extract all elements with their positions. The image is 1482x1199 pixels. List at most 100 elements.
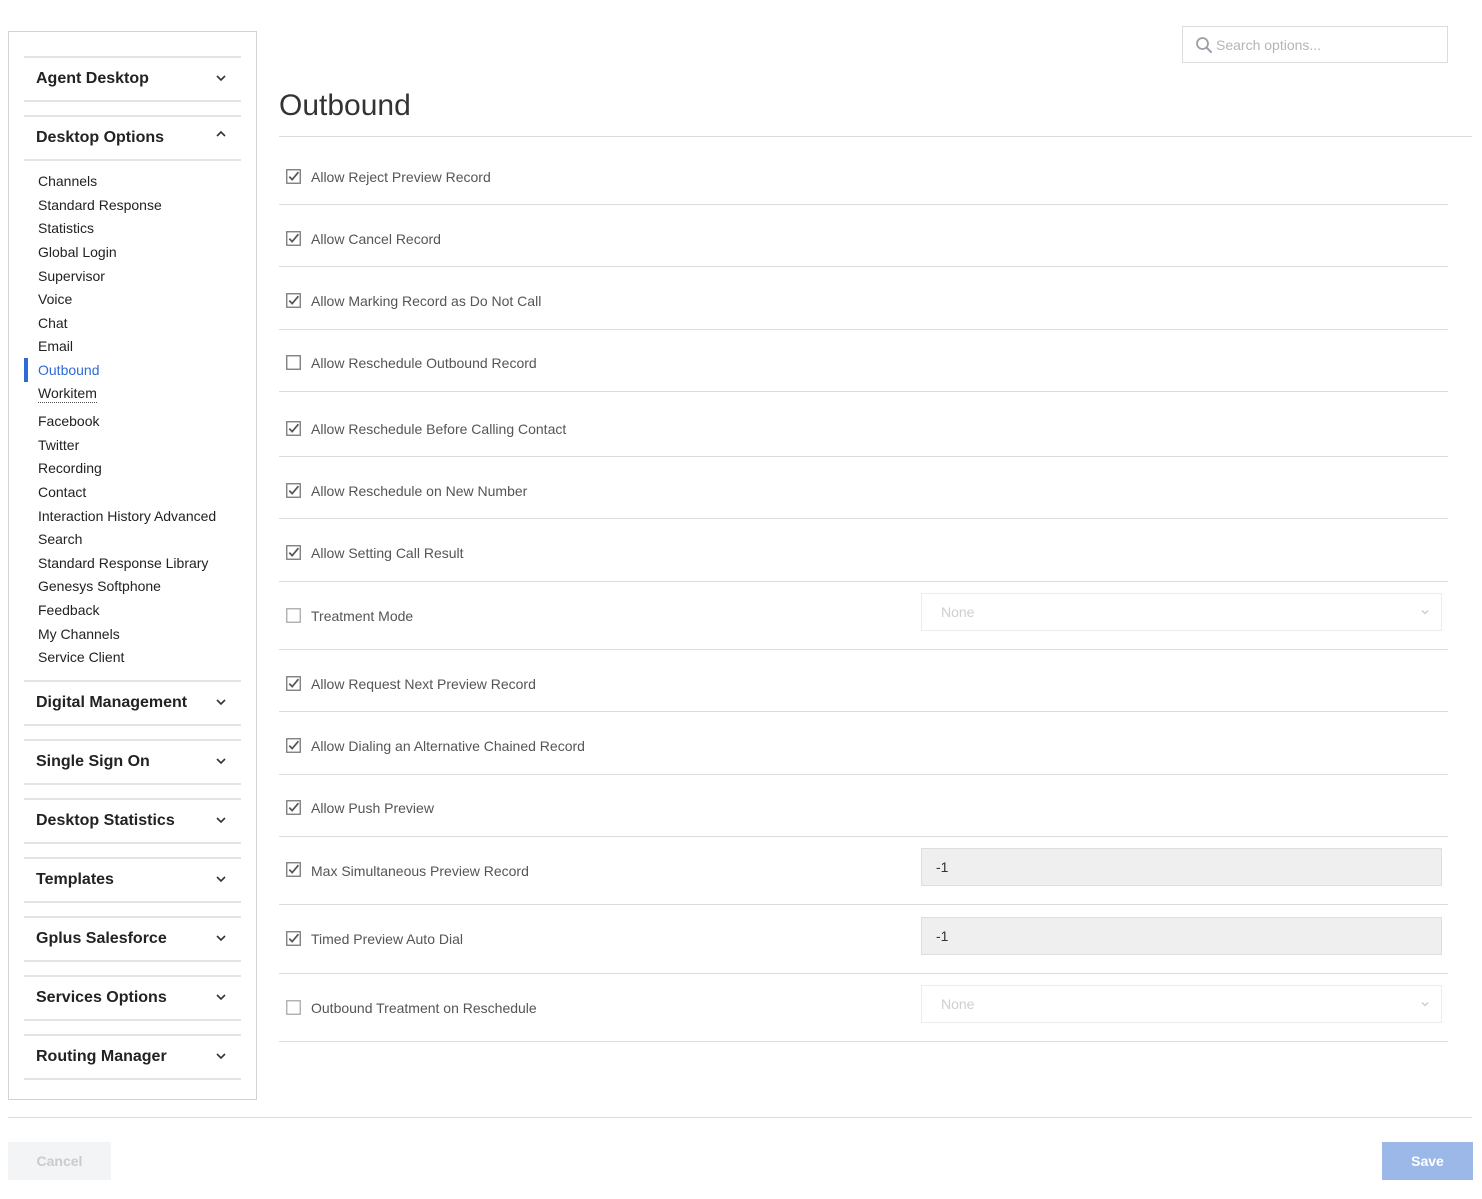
- option-row: Allow Reschedule on New Number: [279, 457, 1448, 519]
- option-label: Allow Request Next Preview Record: [311, 676, 536, 692]
- option-row: Allow Request Next Preview Record: [279, 650, 1448, 712]
- chevron-down-icon: [216, 699, 226, 706]
- sidebar-item-standard-response[interactable]: Standard Response: [38, 195, 162, 215]
- section-routing-manager[interactable]: Routing Manager: [24, 1034, 241, 1080]
- sidebar-item-service-client[interactable]: Service Client: [38, 647, 124, 667]
- section-digital-management[interactable]: Digital Management: [24, 680, 241, 726]
- outbound-treatment-select[interactable]: None: [921, 985, 1442, 1023]
- max-simultaneous-preview-input[interactable]: -1: [921, 848, 1442, 886]
- option-label: Allow Marking Record as Do Not Call: [311, 293, 542, 309]
- checkbox-unchecked-icon[interactable]: [286, 355, 301, 370]
- sidebar-item-twitter[interactable]: Twitter: [38, 435, 79, 455]
- option-row: Allow Dialing an Alternative Chained Rec…: [279, 712, 1448, 775]
- checkbox-checked-icon[interactable]: [286, 169, 301, 184]
- chevron-down-icon: [1421, 610, 1429, 615]
- chevron-down-icon: [1421, 1002, 1429, 1007]
- option-label: Allow Reject Preview Record: [311, 169, 491, 185]
- sidebar-item-outbound[interactable]: Outbound: [38, 360, 100, 380]
- checkbox-checked-icon[interactable]: [286, 421, 301, 436]
- option-label: Outbound Treatment on Reschedule: [311, 1000, 537, 1016]
- checkbox-unchecked-icon[interactable]: [286, 1000, 301, 1015]
- sidebar-item-feedback[interactable]: Feedback: [38, 600, 99, 620]
- chevron-down-icon: [216, 817, 226, 824]
- sidebar-item-global-login[interactable]: Global Login: [38, 242, 117, 262]
- sidebar-item-voice[interactable]: Voice: [38, 289, 72, 309]
- checkbox-checked-icon[interactable]: [286, 545, 301, 560]
- sidebar-item-channels[interactable]: Channels: [38, 171, 97, 191]
- save-button[interactable]: Save: [1382, 1142, 1473, 1180]
- chevron-down-icon: [216, 935, 226, 942]
- section-label: Templates: [36, 871, 114, 888]
- select-value: None: [941, 604, 975, 620]
- checkbox-unchecked-icon[interactable]: [286, 608, 301, 623]
- checkbox-checked-icon[interactable]: [286, 800, 301, 815]
- option-row: Max Simultaneous Preview Record -1: [279, 837, 1448, 905]
- select-value: None: [941, 996, 975, 1012]
- option-label: Allow Setting Call Result: [311, 545, 464, 561]
- option-label: Allow Push Preview: [311, 800, 434, 816]
- option-row: Allow Push Preview: [279, 775, 1448, 837]
- section-label: Desktop Options: [36, 129, 165, 146]
- active-indicator: [24, 358, 28, 382]
- sidebar-item-supervisor[interactable]: Supervisor: [38, 266, 105, 286]
- chevron-down-icon: [216, 758, 226, 765]
- page-title: Outbound: [279, 89, 411, 122]
- option-label: Allow Reschedule Outbound Record: [311, 355, 537, 371]
- option-label: Max Simultaneous Preview Record: [311, 863, 529, 879]
- checkbox-checked-icon[interactable]: [286, 738, 301, 753]
- checkbox-checked-icon[interactable]: [286, 862, 301, 877]
- section-label: Routing Manager: [36, 1048, 167, 1065]
- cancel-button[interactable]: Cancel: [8, 1142, 111, 1180]
- chevron-down-icon: [216, 876, 226, 883]
- option-row: Outbound Treatment on Reschedule None: [279, 974, 1448, 1042]
- sidebar: Agent Desktop Desktop Options Channels S…: [8, 31, 257, 1100]
- option-row: Allow Reschedule Before Calling Contact: [279, 392, 1448, 457]
- checkbox-checked-icon[interactable]: [286, 231, 301, 246]
- sidebar-item-my-channels[interactable]: My Channels: [38, 624, 120, 644]
- option-row: Allow Marking Record as Do Not Call: [279, 267, 1448, 330]
- option-label: Treatment Mode: [311, 608, 414, 624]
- option-label: Timed Preview Auto Dial: [311, 931, 463, 947]
- section-desktop-options[interactable]: Desktop Options: [24, 115, 241, 161]
- section-single-sign-on[interactable]: Single Sign On: [24, 739, 241, 785]
- section-label: Services Options: [36, 989, 167, 1006]
- option-label: Allow Cancel Record: [311, 231, 441, 247]
- footer-divider: [8, 1117, 1472, 1118]
- sidebar-item-standard-response-library[interactable]: Standard Response Library: [38, 553, 208, 573]
- section-templates[interactable]: Templates: [24, 857, 241, 903]
- search-input[interactable]: [1216, 27, 1441, 62]
- checkbox-checked-icon[interactable]: [286, 293, 301, 308]
- sidebar-item-workitem[interactable]: Workitem: [38, 384, 97, 403]
- sidebar-item-genesys-softphone[interactable]: Genesys Softphone: [38, 576, 161, 596]
- sidebar-item-contact[interactable]: Contact: [38, 482, 86, 502]
- checkbox-checked-icon[interactable]: [286, 483, 301, 498]
- option-label: Allow Reschedule Before Calling Contact: [311, 421, 567, 437]
- section-label: Gplus Salesforce: [36, 930, 167, 947]
- option-row: Allow Setting Call Result: [279, 519, 1448, 582]
- sidebar-item-search[interactable]: Search: [38, 529, 82, 549]
- section-gplus-salesforce[interactable]: Gplus Salesforce: [24, 916, 241, 962]
- option-label: Allow Reschedule on New Number: [311, 483, 528, 499]
- sidebar-item-interaction-history-advanced[interactable]: Interaction History Advanced: [38, 506, 216, 526]
- sidebar-item-facebook[interactable]: Facebook: [38, 411, 99, 431]
- section-label: Digital Management: [36, 694, 188, 711]
- checkbox-checked-icon[interactable]: [286, 676, 301, 691]
- sidebar-item-chat[interactable]: Chat: [38, 313, 68, 333]
- option-row: Allow Reschedule Outbound Record: [279, 330, 1448, 392]
- option-row: Allow Cancel Record: [279, 205, 1448, 267]
- option-row: Allow Reject Preview Record: [279, 137, 1448, 205]
- checkbox-checked-icon[interactable]: [286, 931, 301, 946]
- sidebar-item-statistics[interactable]: Statistics: [38, 218, 94, 238]
- treatment-mode-select[interactable]: None: [921, 593, 1442, 631]
- chevron-down-icon: [216, 75, 226, 82]
- section-services-options[interactable]: Services Options: [24, 975, 241, 1021]
- search-icon: [1196, 37, 1212, 53]
- timed-preview-auto-dial-input[interactable]: -1: [921, 917, 1442, 955]
- section-label: Desktop Statistics: [36, 812, 175, 829]
- section-desktop-statistics[interactable]: Desktop Statistics: [24, 798, 241, 844]
- sidebar-item-recording[interactable]: Recording: [38, 458, 102, 478]
- section-agent-desktop[interactable]: Agent Desktop: [24, 56, 241, 102]
- search-box: [1182, 26, 1448, 63]
- option-row: Treatment Mode None: [279, 582, 1448, 650]
- sidebar-item-email[interactable]: Email: [38, 336, 73, 356]
